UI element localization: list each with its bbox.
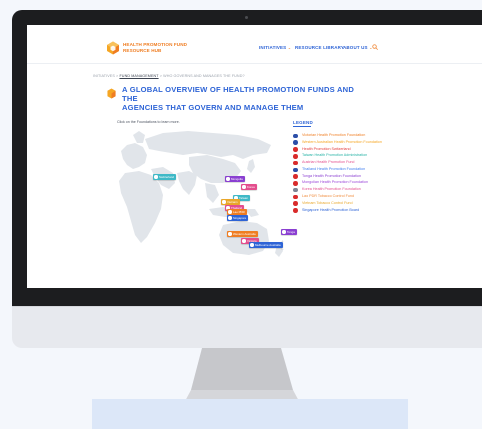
map-instruction: Click on the Foundations to learn more.: [117, 120, 180, 124]
legend-heading-underline: [293, 126, 311, 127]
page-title: A GLOBAL OVERVIEW OF HEALTH PROMOTION FU…: [122, 85, 367, 112]
australia-flag-icon: [293, 140, 298, 145]
legend-item-austrian[interactable]: Austrian Health Promotion Fund: [293, 160, 393, 166]
map-marker-label: Melbourne Australia: [255, 243, 281, 247]
legend-item-mongolian[interactable]: Mongolian Health Promotion Foundation: [293, 180, 393, 186]
legend-item-label: Korea Health Promotion Foundation: [302, 187, 361, 192]
monitor-base-shadow: [92, 399, 408, 429]
map-marker-western-australia[interactable]: Western Australia: [227, 231, 258, 237]
world-map[interactable]: Switzerland Mongolia Korea Taiwan Vietna…: [93, 125, 297, 263]
webcam-dot: [245, 16, 248, 19]
flag-icon: [154, 175, 158, 179]
legend-item-label: Mongolian Health Promotion Foundation: [302, 180, 369, 185]
page-title-line-1: A GLOBAL OVERVIEW OF HEALTH PROMOTION FU…: [122, 85, 355, 103]
legend-item-label: Austrian Health Promotion Fund: [302, 160, 355, 165]
legend-item-label: Health Promotion Switzerland: [302, 146, 351, 151]
map-marker-label: Western Australia: [233, 232, 256, 236]
vietnam-flag-icon: [293, 201, 298, 206]
map-marker-switzerland[interactable]: Switzerland: [153, 174, 176, 180]
tonga-flag-icon: [293, 174, 298, 179]
map-marker-singapore[interactable]: Singapore: [227, 215, 249, 221]
legend-item-label: Tonga Health Promotion Foundation: [302, 173, 362, 178]
map-zoom-in-button[interactable]: +: [281, 239, 284, 244]
map-marker-label: Korea: [247, 185, 255, 189]
switzerland-flag-icon: [293, 147, 298, 152]
australia-flag-icon: [293, 133, 298, 139]
legend-list: Victorian Health Promotion Foundation We…: [293, 133, 393, 214]
legend-item-thailand[interactable]: Thailand Health Promotion Foundation: [293, 166, 393, 173]
map-marker-label: Switzerland: [159, 175, 174, 179]
flag-icon: [282, 230, 286, 234]
map-marker-melbourne-australia[interactable]: Melbourne Australia: [249, 242, 283, 248]
browser-screen: HEALTH PROMOTION FUND RESOURCE HUB INITI…: [27, 25, 482, 288]
site-header: HEALTH PROMOTION FUND RESOURCE HUB INITI…: [27, 25, 482, 64]
nav-resource-library-label: RESOURCE LIBRARY: [295, 45, 344, 50]
korea-flag-icon: [293, 187, 298, 193]
legend-item-label: Victorian Health Promotion Foundation: [302, 133, 366, 137]
nav-about-us[interactable]: ABOUT US ⌄: [343, 45, 373, 50]
monitor-chin-divider: [12, 306, 482, 307]
map-marker-label: Mongolia: [231, 177, 243, 181]
nav-about-us-label: ABOUT US: [343, 45, 368, 50]
hexagon-logo-icon[interactable]: [106, 41, 120, 55]
taiwan-flag-icon: [293, 153, 298, 159]
flag-icon: [242, 185, 246, 189]
map-marker-label: Lao PDR: [233, 210, 245, 214]
map-marker-mongolia[interactable]: Mongolia: [225, 176, 245, 182]
search-icon[interactable]: [372, 44, 378, 50]
legend-item-korea[interactable]: Korea Health Promotion Foundation: [293, 187, 393, 193]
legend-item-switzerland[interactable]: Health Promotion Switzerland: [293, 147, 393, 152]
map-marker-korea[interactable]: Korea: [241, 184, 257, 190]
singapore-flag-icon: [293, 208, 298, 213]
legend-item-label: Thailand Health Promotion Foundation: [302, 166, 366, 171]
legend-item-taiwan[interactable]: Taiwan Health Promotion Administration: [293, 153, 393, 159]
hexagon-title-icon: [107, 88, 116, 99]
austria-flag-icon: [293, 160, 298, 166]
breadcrumb-current-page: WHO GOVERNS AND MANAGES THE FUND?: [163, 74, 245, 78]
legend-item-tonga[interactable]: Tonga Health Promotion Foundation: [293, 174, 393, 179]
legend-heading: LEGEND: [293, 120, 313, 125]
map-marker-label: Vietnam: [227, 200, 238, 204]
nav-initiatives-label: INITIATIVES: [259, 45, 287, 50]
flag-icon: [242, 239, 246, 243]
chevron-down-icon: ⌄: [287, 45, 292, 50]
legend-item-vietnam[interactable]: Vietnam Tobacco Control Fund: [293, 201, 393, 206]
flag-icon: [228, 216, 232, 220]
legend-item-victorian[interactable]: Victorian Health Promotion Foundation: [293, 133, 393, 139]
laos-flag-icon: [293, 194, 298, 200]
legend-item-label: Lao PDR Tobacco Control Fund: [302, 194, 354, 199]
map-marker-label: Tonga: [287, 230, 295, 234]
site-logo-text[interactable]: HEALTH PROMOTION FUND RESOURCE HUB: [123, 42, 233, 53]
flag-icon: [250, 243, 254, 247]
map-marker-tonga[interactable]: Tonga: [281, 229, 297, 235]
breadcrumb-initiatives[interactable]: INITIATIVES: [93, 74, 115, 78]
logo-line-2: RESOURCE HUB: [123, 47, 162, 53]
legend-item-label: Vietnam Tobacco Control Fund: [302, 200, 353, 205]
mongolia-flag-icon: [293, 181, 298, 186]
flag-icon: [222, 200, 226, 204]
legend-item-label: Singapore Health Promotion Board: [302, 207, 360, 212]
legend-item-western-australian[interactable]: Western Australian Health Promotion Foun…: [293, 140, 393, 145]
breadcrumb-fund-management[interactable]: FUND MANAGEMENT: [119, 74, 158, 78]
flag-icon: [228, 232, 232, 236]
legend-item-label: Western Australian Health Promotion Foun…: [302, 139, 382, 144]
nav-resource-library[interactable]: RESOURCE LIBRARY ⌄: [295, 45, 349, 50]
legend-item-lao-pdr[interactable]: Lao PDR Tobacco Control Fund: [293, 194, 393, 200]
flag-icon: [226, 177, 230, 181]
nav-initiatives[interactable]: INITIATIVES ⌄: [259, 45, 291, 50]
legend-item-label: Taiwan Health Promotion Administration: [302, 153, 368, 158]
map-marker-label: Singapore: [233, 216, 247, 220]
page-title-line-2: AGENCIES THAT GOVERN AND MANAGE THEM: [122, 103, 304, 112]
thailand-flag-icon: [293, 167, 298, 173]
map-marker-label: Taiwan: [239, 196, 248, 200]
map-zoom-out-button[interactable]: −: [281, 247, 284, 252]
legend-item-singapore[interactable]: Singapore Health Promotion Board: [293, 208, 393, 213]
flag-icon: [228, 210, 232, 214]
breadcrumb: INITIATIVES > FUND MANAGEMENT > WHO GOVE…: [93, 74, 245, 78]
